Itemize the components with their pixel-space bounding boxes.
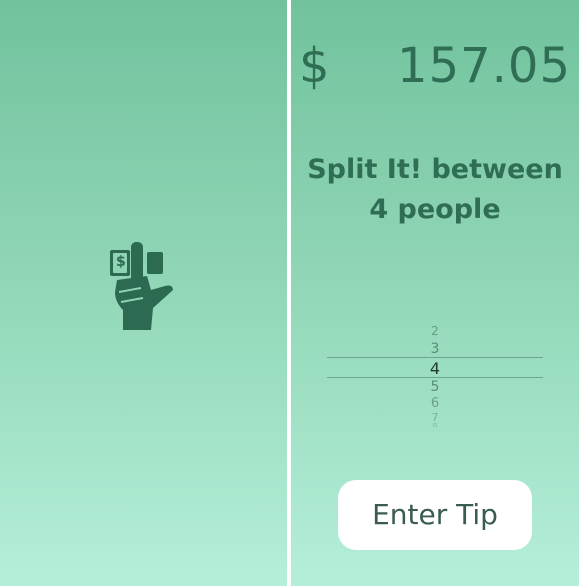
bill-amount[interactable]: 157.05: [397, 42, 571, 90]
currency-symbol: $: [299, 38, 330, 94]
hand-holding-dollar-icon: $: [107, 240, 179, 332]
picker-option[interactable]: 2: [327, 324, 543, 338]
picker-option[interactable]: 8: [327, 422, 543, 427]
headline-line-2: 4 people: [369, 194, 501, 225]
picker-selection-top-line: [327, 357, 543, 358]
split-screen: $ 157.05 Split It! between 4 people 2 3 …: [291, 0, 579, 586]
picker-option-selected[interactable]: 4: [327, 359, 543, 378]
enter-tip-button[interactable]: Enter Tip: [338, 480, 532, 550]
splash-screen: $: [0, 0, 287, 586]
picker-option[interactable]: 6: [327, 396, 543, 411]
picker-option[interactable]: 5: [327, 379, 543, 395]
picker-option[interactable]: 3: [327, 341, 543, 357]
split-headline: Split It! between 4 people: [291, 150, 579, 230]
people-count-picker[interactable]: 2 3 4 5 6 7 8: [327, 320, 543, 430]
logo-dollar-glyph: $: [116, 254, 126, 270]
app-stage: $ $ 157.05 Split It! between 4 people 2 …: [0, 0, 579, 586]
headline-line-1: Split It! between: [307, 154, 563, 185]
